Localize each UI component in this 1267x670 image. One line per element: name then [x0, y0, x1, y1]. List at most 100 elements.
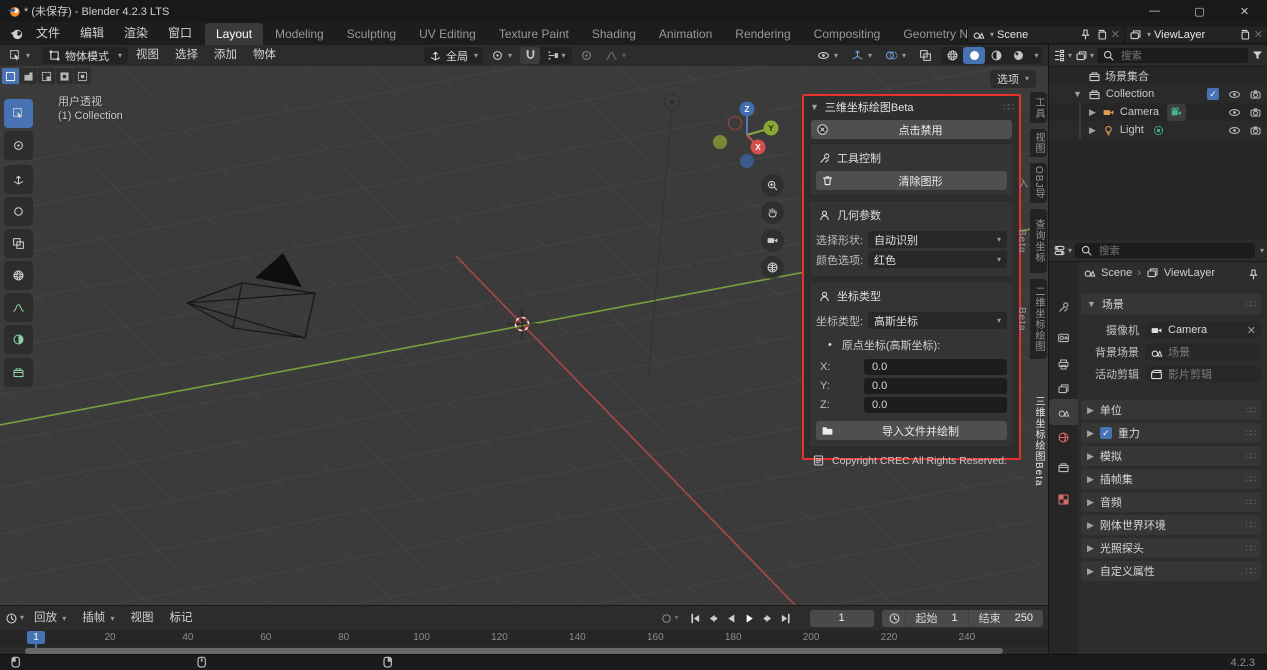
- workspace-tab-texture-paint[interactable]: Texture Paint: [488, 23, 580, 45]
- viewport-options-button[interactable]: 选项▾: [990, 70, 1036, 88]
- field-value[interactable]: Camera✕: [1145, 322, 1261, 338]
- properties-tab-view-layer[interactable]: [1049, 375, 1078, 401]
- select-extend-button[interactable]: [20, 68, 37, 84]
- previous-keyframe-button[interactable]: [705, 610, 722, 626]
- sidebar-tab-三维坐标绘图Beta[interactable]: 三维坐标绘图Beta: [1030, 365, 1047, 517]
- panel-grip[interactable]: ∷∷: [1246, 451, 1255, 462]
- properties-editor-type-button[interactable]: ▾: [1053, 244, 1072, 257]
- outliner-item-label[interactable]: Collection: [1106, 88, 1154, 100]
- outliner-row-light[interactable]: ▶Light: [1049, 121, 1267, 139]
- properties-options-button[interactable]: ▾: [1260, 247, 1264, 255]
- delete-scene-icon[interactable]: ✕: [1111, 28, 1120, 41]
- properties-panel-音频[interactable]: ▶音频∷∷: [1081, 492, 1261, 512]
- timeline-menu-插帧[interactable]: 插帧 ▾: [74, 608, 122, 629]
- properties-search[interactable]: [1075, 243, 1255, 258]
- properties-panel-刚体世界环境[interactable]: ▶刚体世界环境∷∷: [1081, 515, 1261, 535]
- field-value[interactable]: 影片剪辑: [1145, 366, 1261, 382]
- timeline-menu-标记[interactable]: 标记: [161, 608, 200, 629]
- render-visibility-icon[interactable]: [1249, 124, 1262, 137]
- expand-caret[interactable]: ▶: [1089, 107, 1096, 118]
- panel-grip[interactable]: ∷∷: [1004, 102, 1013, 113]
- timeline-menu-回放[interactable]: 回放 ▾: [26, 608, 74, 629]
- workspace-tab-shading[interactable]: Shading: [581, 23, 647, 45]
- viewport-menu-选择[interactable]: 选择: [167, 45, 206, 66]
- viewport-menu-添加[interactable]: 添加: [206, 45, 245, 66]
- sidebar-tab-OBJ导入[interactable]: OBJ导入: [1030, 163, 1047, 203]
- snap-toggle[interactable]: [520, 47, 540, 64]
- timeline-editor-type-button[interactable]: ▾: [5, 612, 24, 625]
- expand-caret[interactable]: ▶: [1089, 125, 1096, 136]
- workspace-tab-layout[interactable]: Layout: [205, 23, 263, 45]
- properties-panel-插帧集[interactable]: ▶插帧集∷∷: [1081, 469, 1261, 489]
- pivot-point-button[interactable]: ▾: [487, 47, 516, 64]
- outliner-row-scene-collection[interactable]: 场景集合: [1049, 67, 1267, 85]
- sidebar-tab-查询坐标Beta[interactable]: 查询坐标Beta: [1030, 209, 1047, 273]
- camera-view-button[interactable]: [761, 229, 784, 252]
- shading-material-button[interactable]: [985, 47, 1007, 64]
- zoom-view-button[interactable]: [761, 174, 784, 197]
- scene-selector[interactable]: ▾ Scene ✕: [967, 25, 1125, 44]
- select-subtract-button[interactable]: [38, 68, 55, 84]
- shading-rendered-button[interactable]: [1007, 47, 1029, 64]
- app-menu-icon[interactable]: [9, 26, 24, 44]
- maximize-button[interactable]: ▢: [1177, 0, 1222, 22]
- workspace-tab-sculpting[interactable]: Sculpting: [336, 23, 407, 45]
- measure-tool-button[interactable]: [4, 325, 33, 354]
- select-set-button[interactable]: [2, 68, 19, 84]
- panel-grip[interactable]: ∷∷: [1246, 543, 1255, 554]
- rotate-tool-button[interactable]: [4, 197, 33, 226]
- workspace-tab-rendering[interactable]: Rendering: [724, 23, 801, 45]
- menu-编辑[interactable]: 编辑: [70, 22, 114, 45]
- properties-panel-重力[interactable]: ▶✓重力∷∷: [1081, 423, 1261, 443]
- active-tool-button[interactable]: ▾: [5, 47, 34, 64]
- pin-icon[interactable]: [1079, 28, 1092, 41]
- next-keyframe-button[interactable]: [759, 610, 776, 626]
- z-input[interactable]: 0.0: [864, 397, 1007, 413]
- breadcrumb-pin-icon[interactable]: [1247, 268, 1260, 281]
- pan-view-button[interactable]: [761, 201, 784, 224]
- proportional-falloff-button[interactable]: ▾: [601, 47, 630, 64]
- new-viewlayer-icon[interactable]: [1238, 28, 1251, 41]
- hide-eye-icon[interactable]: [1228, 88, 1241, 101]
- minimize-button[interactable]: —: [1132, 0, 1177, 22]
- properties-panel-单位[interactable]: ▶单位∷∷: [1081, 400, 1261, 420]
- viewlayer-selector[interactable]: ▾ ViewLayer ✕: [1124, 25, 1267, 44]
- sidebar-tab-二维坐标绘图Beta[interactable]: 二维坐标绘图Beta: [1030, 279, 1047, 359]
- collection-checkbox[interactable]: ✓: [1207, 88, 1219, 100]
- clear-graphics-button[interactable]: 清除图形: [816, 171, 1007, 190]
- expand-caret[interactable]: ▼: [1073, 89, 1082, 99]
- workspace-tab-uv-editing[interactable]: UV Editing: [408, 23, 487, 45]
- properties-panel-光照探头[interactable]: ▶光照探头∷∷: [1081, 538, 1261, 558]
- panel-grip[interactable]: ∷∷: [1246, 497, 1255, 508]
- transform-orientation[interactable]: 全局 ▾: [424, 47, 483, 64]
- panel-grip[interactable]: ∷∷: [1246, 566, 1255, 577]
- visibility-button[interactable]: ▾: [813, 47, 842, 64]
- viewport-menu-物体[interactable]: 物体: [245, 45, 284, 66]
- properties-tab-output[interactable]: [1049, 351, 1078, 377]
- proportional-edit-toggle[interactable]: [576, 47, 597, 64]
- addon-panel-header[interactable]: ▼ 三维坐标绘图Beta ∷∷: [804, 96, 1019, 118]
- snap-target-button[interactable]: ▾: [540, 47, 572, 64]
- y-input[interactable]: 0.0: [864, 378, 1007, 394]
- menu-文件[interactable]: 文件: [26, 22, 70, 45]
- outliner-editor-type-button[interactable]: ▾: [1053, 49, 1072, 62]
- properties-tab-tool[interactable]: [1049, 294, 1078, 320]
- outliner-display-mode-button[interactable]: ▾: [1075, 49, 1094, 62]
- workspace-tab-modeling[interactable]: Modeling: [264, 23, 335, 45]
- outliner-search[interactable]: [1097, 48, 1248, 63]
- delete-viewlayer-icon[interactable]: ✕: [1254, 28, 1263, 41]
- outliner-row-camera[interactable]: ▶Camera: [1049, 103, 1267, 121]
- render-visibility-icon[interactable]: [1249, 106, 1262, 119]
- workspace-tab-animation[interactable]: Animation: [648, 23, 723, 45]
- breadcrumb-viewlayer[interactable]: ViewLayer: [1164, 267, 1215, 279]
- use-preview-range-icon[interactable]: [888, 612, 901, 625]
- select-intersect-button[interactable]: [74, 68, 91, 84]
- panel-grip[interactable]: ∷∷: [1246, 299, 1255, 310]
- breadcrumb-scene[interactable]: Scene: [1101, 267, 1132, 279]
- properties-search-input[interactable]: [1097, 244, 1250, 258]
- menu-渲染[interactable]: 渲染: [114, 22, 158, 45]
- menu-窗口[interactable]: 窗口: [158, 22, 202, 45]
- geometry-section-header[interactable]: 几何参数: [814, 206, 1009, 228]
- x-input[interactable]: 0.0: [864, 359, 1007, 375]
- clear-icon[interactable]: ✕: [1247, 324, 1256, 337]
